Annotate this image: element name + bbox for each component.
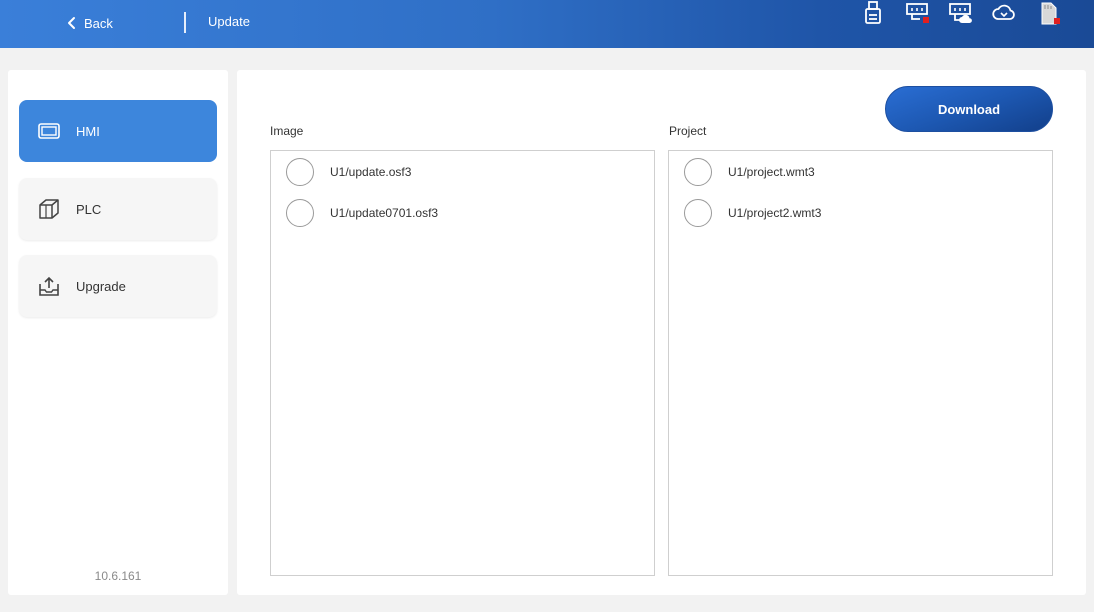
page-title: Update [208, 14, 250, 29]
version-label: 10.6.161 [94, 569, 142, 583]
list-item[interactable]: U1/project.wmt3 [669, 154, 1052, 188]
sidebar-item-upgrade[interactable]: Upgrade [19, 255, 217, 317]
list-item[interactable]: U1/update0701.osf3 [271, 195, 654, 229]
file-name: U1/project2.wmt3 [728, 206, 822, 220]
image-section-label: Image [270, 124, 304, 138]
list-item[interactable]: U1/update.osf3 [271, 154, 654, 188]
chevron-left-icon [68, 17, 75, 29]
radio-button[interactable] [286, 199, 314, 227]
sidebar-item-label: PLC [76, 201, 102, 217]
image-file-list[interactable]: U1/update.osf3 U1/update0701.osf3 [270, 150, 655, 576]
main-panel: Download Image U1/update.osf3 U1/update0… [237, 70, 1086, 595]
sidebar-item-hmi[interactable]: HMI [19, 100, 217, 162]
sidebar: HMI PLC Upgrade 10.6.161 [8, 70, 228, 595]
file-name: U1/update0701.osf3 [330, 206, 439, 220]
upload-tray-icon [39, 276, 59, 296]
network-cloud-icon[interactable] [948, 0, 972, 26]
download-button[interactable]: Download [885, 86, 1053, 132]
cloud-sync-icon[interactable] [992, 0, 1016, 26]
header-divider [184, 12, 186, 33]
top-bar: Back Update [0, 0, 1094, 48]
sd-card-icon[interactable] [1036, 0, 1060, 26]
cube-icon [39, 199, 59, 219]
file-name: U1/update.osf3 [330, 165, 412, 179]
back-button[interactable]: Back [66, 12, 113, 34]
sidebar-item-label: HMI [76, 123, 100, 139]
file-name: U1/project.wmt3 [728, 165, 815, 179]
radio-button[interactable] [684, 158, 712, 186]
project-section-label: Project [669, 124, 707, 138]
ethernet-port-icon[interactable] [905, 0, 929, 26]
monitor-icon [38, 123, 60, 139]
radio-button[interactable] [684, 199, 712, 227]
sidebar-item-label: Upgrade [76, 278, 126, 294]
back-label: Back [84, 15, 113, 31]
project-file-list[interactable]: U1/project.wmt3 U1/project2.wmt3 [668, 150, 1053, 576]
radio-button[interactable] [286, 158, 314, 186]
list-item[interactable]: U1/project2.wmt3 [669, 195, 1052, 229]
sidebar-item-plc[interactable]: PLC [19, 178, 217, 240]
usb-drive-icon[interactable] [861, 0, 885, 26]
